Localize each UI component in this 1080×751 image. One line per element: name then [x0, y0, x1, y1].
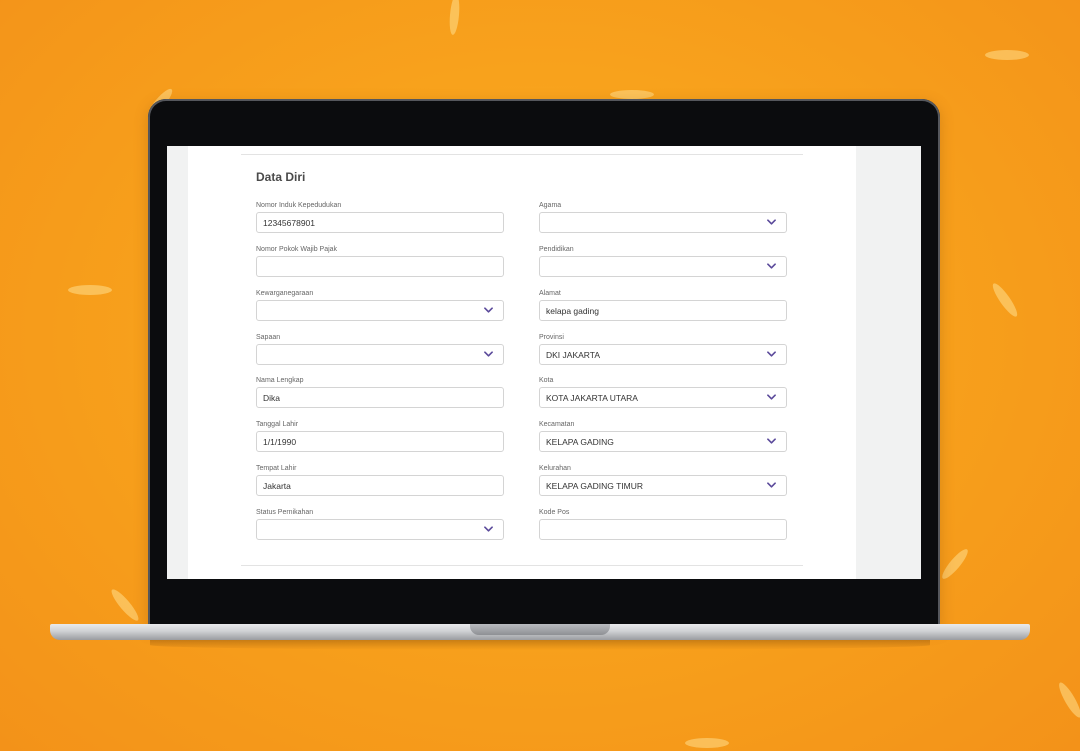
pendidikan-select[interactable]	[539, 256, 787, 277]
npwp-label: Nomor Pokok Wajib Pajak	[256, 246, 338, 253]
decor-grain	[989, 280, 1021, 320]
tgl-lahir-input[interactable]: 1/1/1990	[256, 431, 504, 452]
kelurahan-select[interactable]: KELAPA GADING TIMUR	[539, 475, 787, 496]
nama-label: Nama Lengkap	[256, 377, 304, 384]
chevron-down-icon	[767, 438, 776, 444]
provinsi-label: Provinsi	[539, 334, 564, 341]
decor-grain	[448, 0, 461, 36]
pendidikan-label: Pendidikan	[539, 246, 574, 253]
status-select[interactable]	[256, 519, 504, 540]
kelurahan-label: Kelurahan	[539, 465, 571, 472]
chevron-down-icon	[484, 351, 493, 357]
tgl-lahir-field: Tanggal Lahir 1/1/1990	[256, 420, 504, 452]
kecamatan-label: Kecamatan	[539, 421, 575, 428]
nik-field: Nomor Induk Kepedudukan 12345678901	[256, 201, 504, 233]
npwp-field: Nomor Pokok Wajib Pajak	[256, 245, 504, 277]
kecamatan-select[interactable]: KELAPA GADING	[539, 431, 787, 452]
nik-value: 12345678901	[263, 218, 316, 228]
decor-grain	[1055, 680, 1080, 720]
nik-input[interactable]: 12345678901	[256, 212, 504, 233]
tgl-lahir-value: 1/1/1990	[263, 437, 297, 447]
agama-select[interactable]	[539, 212, 787, 233]
kota-field: Kota KOTA JAKARTA UTARA	[539, 376, 787, 408]
sapaan-field: Sapaan	[256, 333, 504, 365]
provinsi-field: Provinsi DKI JAKARTA	[539, 333, 787, 365]
nama-value: Dika	[263, 393, 281, 403]
status-field: Status Pernikahan	[256, 508, 504, 540]
tempat-lahir-input[interactable]: Jakarta	[256, 475, 504, 496]
form-card: Data Diri Nomor Induk Kepedudukan 123456…	[188, 146, 856, 579]
decor-grain	[938, 546, 972, 582]
pendidikan-field: Pendidikan	[539, 245, 787, 277]
kelurahan-value: KELAPA GADING TIMUR	[546, 481, 643, 491]
kota-label: Kota	[539, 377, 554, 384]
agama-label: Agama	[539, 202, 562, 209]
alamat-label: Alamat	[539, 290, 561, 297]
tempat-lahir-label: Tempat Lahir	[256, 465, 297, 472]
chevron-down-icon	[767, 394, 776, 400]
kota-value: KOTA JAKARTA UTARA	[546, 393, 638, 403]
tempat-lahir-field: Tempat Lahir Jakarta	[256, 464, 504, 496]
kode-pos-field: Kode Pos	[539, 508, 787, 540]
laptop-shadow	[150, 640, 930, 650]
agama-field: Agama	[539, 201, 787, 233]
alamat-field: Alamat kelapa gading	[539, 289, 787, 321]
kewarganegaraan-label: Kewarganegaraan	[256, 290, 314, 297]
laptop-screen: Data Diri Nomor Induk Kepedudukan 123456…	[167, 146, 921, 579]
npwp-input[interactable]	[256, 256, 504, 277]
tgl-lahir-label: Tanggal Lahir	[256, 421, 299, 428]
kecamatan-value: KELAPA GADING	[546, 437, 614, 447]
sapaan-select[interactable]	[256, 344, 504, 365]
divider-top	[241, 154, 803, 155]
decor-grain	[108, 586, 142, 624]
chevron-down-icon	[767, 351, 776, 357]
alamat-value: kelapa gading	[546, 306, 599, 316]
laptop-notch	[470, 624, 610, 635]
kelurahan-field: Kelurahan KELAPA GADING TIMUR	[539, 464, 787, 496]
decor-grain	[685, 738, 729, 748]
divider-bottom	[241, 565, 803, 566]
decor-grain	[68, 285, 112, 295]
provinsi-select[interactable]: DKI JAKARTA	[539, 344, 787, 365]
chevron-down-icon	[484, 526, 493, 532]
status-label: Status Pernikahan	[256, 509, 314, 516]
alamat-input[interactable]: kelapa gading	[539, 300, 787, 321]
kota-select[interactable]: KOTA JAKARTA UTARA	[539, 387, 787, 408]
kode-pos-input[interactable]	[539, 519, 787, 540]
nama-input[interactable]: Dika	[256, 387, 504, 408]
kewarganegaraan-field: Kewarganegaraan	[256, 289, 504, 321]
nik-label: Nomor Induk Kepedudukan	[256, 202, 342, 209]
kode-pos-label: Kode Pos	[539, 509, 570, 516]
chevron-down-icon	[767, 263, 776, 269]
nama-field: Nama Lengkap Dika	[256, 376, 504, 408]
sapaan-label: Sapaan	[256, 334, 281, 341]
chevron-down-icon	[767, 482, 776, 488]
section-title: Data Diri	[256, 170, 306, 184]
decor-grain	[985, 50, 1029, 60]
kecamatan-field: Kecamatan KELAPA GADING	[539, 420, 787, 452]
kewarganegaraan-select[interactable]	[256, 300, 504, 321]
decor-grain	[610, 90, 654, 99]
provinsi-value: DKI JAKARTA	[546, 350, 601, 360]
chevron-down-icon	[767, 219, 776, 225]
chevron-down-icon	[484, 307, 493, 313]
tempat-lahir-value: Jakarta	[263, 481, 291, 491]
